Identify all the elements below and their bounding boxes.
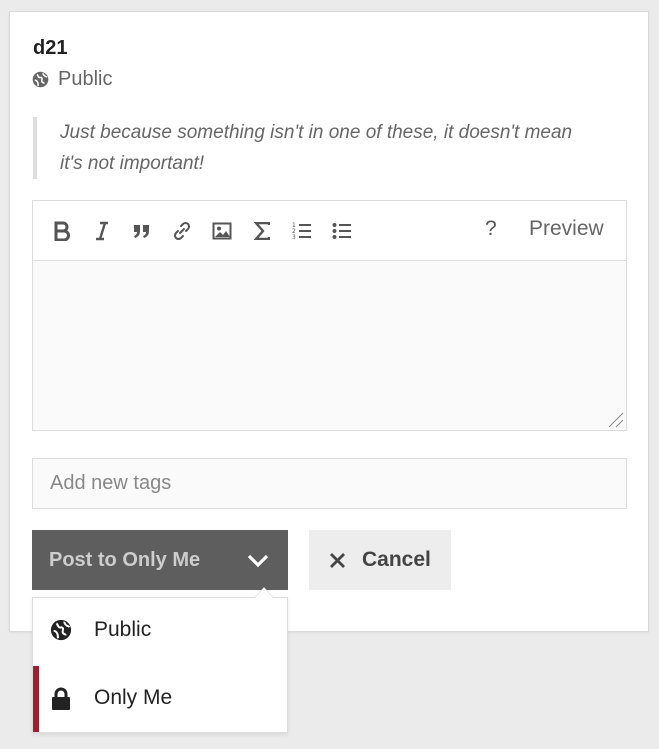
tags-input[interactable] bbox=[32, 458, 627, 509]
globe-icon bbox=[32, 71, 49, 88]
editor-toolbar: 123 ? Preview bbox=[33, 201, 626, 261]
bold-icon[interactable] bbox=[42, 211, 82, 251]
ordered-list-icon[interactable]: 123 bbox=[282, 211, 322, 251]
image-icon[interactable] bbox=[202, 211, 242, 251]
visibility-indicator: Public bbox=[32, 68, 112, 91]
markdown-editor: 123 ? Preview bbox=[32, 200, 627, 431]
post-body-textarea[interactable] bbox=[33, 261, 626, 430]
chevron-down-icon[interactable] bbox=[246, 552, 270, 568]
preview-button[interactable]: Preview bbox=[529, 217, 604, 241]
help-button[interactable]: ? bbox=[485, 217, 497, 241]
resize-handle[interactable] bbox=[604, 408, 624, 428]
italic-icon[interactable] bbox=[82, 211, 122, 251]
bullet-list-icon[interactable] bbox=[322, 211, 362, 251]
visibility-option-public[interactable]: Public bbox=[33, 598, 287, 664]
visibility-label: Public bbox=[58, 68, 113, 90]
dropdown-caret-fill bbox=[255, 588, 273, 598]
post-composer-card: d21 Public Just because something isn't … bbox=[9, 11, 649, 632]
sigma-icon[interactable] bbox=[242, 211, 282, 251]
visibility-dropdown-menu: Public Only Me bbox=[32, 587, 288, 733]
cancel-button-label: Cancel bbox=[362, 548, 431, 571]
blockquote-icon[interactable] bbox=[122, 211, 162, 251]
globe-icon bbox=[50, 619, 74, 643]
prompt-quote: Just because something isn't in one of t… bbox=[33, 117, 593, 179]
visibility-option-label: Public bbox=[94, 618, 152, 641]
link-icon[interactable] bbox=[162, 211, 202, 251]
lock-icon bbox=[50, 687, 74, 711]
post-button[interactable]: Post to Only Me bbox=[32, 530, 288, 590]
close-icon bbox=[330, 552, 345, 568]
svg-text:3: 3 bbox=[292, 234, 296, 241]
username: d21 bbox=[33, 37, 68, 59]
post-button-label: Post to Only Me bbox=[49, 548, 201, 571]
cancel-button[interactable]: Cancel bbox=[309, 530, 451, 590]
visibility-option-only-me[interactable]: Only Me bbox=[33, 666, 287, 732]
visibility-option-label: Only Me bbox=[94, 686, 173, 709]
